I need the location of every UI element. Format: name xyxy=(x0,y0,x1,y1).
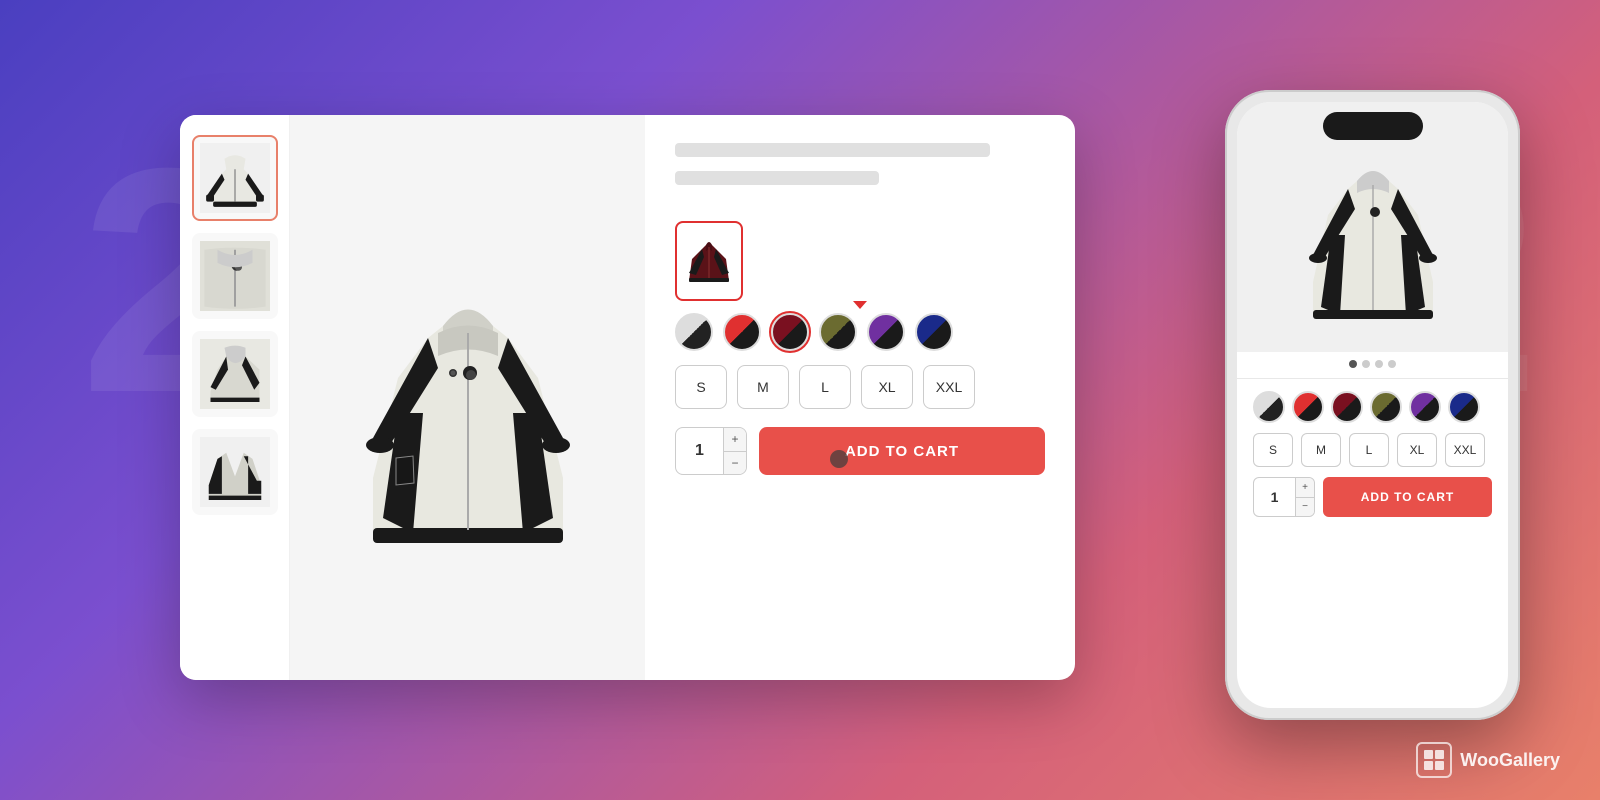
color-swatch-dark-red-black[interactable] xyxy=(771,313,809,351)
skeleton-price xyxy=(675,171,879,185)
phone-cart-row: 1 + − ADD TO CART xyxy=(1253,477,1492,517)
thumbnail-2[interactable] xyxy=(192,233,278,319)
quantity-decrease-button[interactable]: − xyxy=(724,452,746,475)
quantity-increase-button[interactable]: + xyxy=(724,428,746,452)
phone-size-button-XL[interactable]: XL xyxy=(1397,433,1437,467)
phone-quantity-control: 1 + − xyxy=(1253,477,1315,517)
phone-sizes-row: SMLXLXXL xyxy=(1253,433,1492,467)
size-button-L[interactable]: L xyxy=(799,365,851,409)
color-swatch-olive-black[interactable] xyxy=(819,313,857,351)
woogallery-logo: WooGallery xyxy=(1416,742,1560,778)
phone-notch xyxy=(1323,112,1423,140)
color-swatches-section xyxy=(675,221,1045,351)
cart-row: 1 + − ADD TO CART xyxy=(675,427,1045,475)
thumbnail-4[interactable] xyxy=(192,429,278,515)
sizes-row: SMLXLXXL xyxy=(675,365,1045,409)
phone-quantity-value: 1 xyxy=(1254,489,1295,505)
phone-color-swatch-blue-black[interactable] xyxy=(1448,391,1480,423)
phone-color-swatch-olive-black[interactable] xyxy=(1370,391,1402,423)
phone-color-swatch-red-black[interactable] xyxy=(1292,391,1324,423)
mobile-phone-mockup: SMLXLXXL 1 + − ADD TO CART xyxy=(1225,90,1520,720)
desktop-product-card: SMLXLXXL 1 + − ADD TO CART xyxy=(180,115,1075,680)
dot-3 xyxy=(1375,360,1383,368)
thumbnail-1[interactable] xyxy=(192,135,278,221)
phone-color-swatch-white-black[interactable] xyxy=(1253,391,1285,423)
color-swatch-blue-black[interactable] xyxy=(915,313,953,351)
phone-quantity-decrease-button[interactable]: − xyxy=(1296,498,1314,517)
color-swatches-row xyxy=(675,313,1045,351)
dot-4 xyxy=(1388,360,1396,368)
skeleton-title xyxy=(675,143,990,157)
phone-color-swatch-dark-red-black[interactable] xyxy=(1331,391,1363,423)
phone-size-button-XXL[interactable]: XXL xyxy=(1445,433,1485,467)
phone-color-swatches-row xyxy=(1253,391,1492,423)
dot-2 xyxy=(1362,360,1370,368)
phone-size-button-S[interactable]: S xyxy=(1253,433,1293,467)
dot-1 xyxy=(1349,360,1357,368)
phone-quantity-buttons: + − xyxy=(1295,478,1314,516)
phone-size-button-M[interactable]: M xyxy=(1301,433,1341,467)
phone-size-button-L[interactable]: L xyxy=(1349,433,1389,467)
phone-screen: SMLXLXXL 1 + − ADD TO CART xyxy=(1237,102,1508,708)
quantity-value: 1 xyxy=(676,442,723,460)
size-button-S[interactable]: S xyxy=(675,365,727,409)
color-swatch-purple-black[interactable] xyxy=(867,313,905,351)
image-dots-indicator xyxy=(1237,352,1508,376)
phone-quantity-increase-button[interactable]: + xyxy=(1296,478,1314,498)
size-button-XXL[interactable]: XXL xyxy=(923,365,975,409)
phone-frame: SMLXLXXL 1 + − ADD TO CART xyxy=(1225,90,1520,720)
color-swatch-red-black[interactable] xyxy=(723,313,761,351)
product-detail-panel: SMLXLXXL 1 + − ADD TO CART xyxy=(645,115,1075,680)
thumbnail-3[interactable] xyxy=(192,331,278,417)
divider-1 xyxy=(1237,378,1508,379)
quantity-control: 1 + − xyxy=(675,427,747,475)
color-preview-box xyxy=(675,221,743,301)
add-to-cart-button[interactable]: ADD TO CART xyxy=(759,427,1045,475)
thumbnail-sidebar xyxy=(180,115,290,680)
size-button-XL[interactable]: XL xyxy=(861,365,913,409)
size-button-M[interactable]: M xyxy=(737,365,789,409)
main-product-image-area xyxy=(290,115,645,680)
phone-color-swatch-purple-black[interactable] xyxy=(1409,391,1441,423)
phone-add-to-cart-button[interactable]: ADD TO CART xyxy=(1323,477,1492,517)
color-preview-popup xyxy=(675,221,1045,301)
woogallery-icon xyxy=(1416,742,1452,778)
woogallery-label: WooGallery xyxy=(1460,750,1560,771)
phone-product-info: SMLXLXXL 1 + − ADD TO CART xyxy=(1237,381,1508,708)
quantity-buttons: + − xyxy=(723,428,746,474)
color-swatch-white-black[interactable] xyxy=(675,313,713,351)
